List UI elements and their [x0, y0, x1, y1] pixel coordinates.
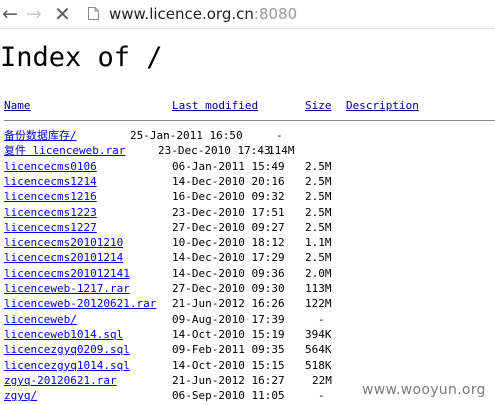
last-modified-cell: 14-Oct-2010 15:15 — [172, 358, 285, 372]
browser-toolbar: ← → ✕ www.licence.org.cn:8080 — [0, 0, 495, 29]
close-icon[interactable]: ✕ — [54, 4, 74, 24]
file-link[interactable]: licencezgyq0209.sql — [4, 343, 130, 357]
size-cell: 518K — [305, 358, 332, 372]
column-header-last-modified[interactable]: Last modified — [172, 99, 258, 113]
url-text[interactable]: www.licence.org.cn:8080 — [109, 4, 297, 24]
size-cell: 1.1M — [305, 236, 332, 250]
address-bar[interactable]: www.licence.org.cn:8080 — [82, 2, 495, 25]
page-title: Index of / — [0, 42, 163, 73]
file-link[interactable]: zgyq/ — [4, 389, 37, 403]
file-link[interactable]: licencecms1223 — [4, 206, 97, 220]
size-cell: - — [318, 312, 325, 326]
file-link[interactable]: zgyq-20120621.rar — [4, 374, 117, 388]
size-cell: - — [318, 389, 325, 403]
file-link[interactable]: licencecms201012141 — [4, 267, 130, 281]
column-header-size[interactable]: Size — [305, 99, 332, 113]
header-divider — [4, 120, 495, 121]
last-modified-cell: 09-Feb-2011 09:35 — [172, 343, 285, 357]
file-link[interactable]: 备份数据库存/ — [4, 129, 77, 143]
last-modified-cell: 10-Dec-2010 18:12 — [172, 236, 285, 250]
size-cell: 122M — [305, 297, 332, 311]
last-modified-cell: 27-Dec-2010 09:30 — [172, 282, 285, 295]
size-cell: 2.5M — [305, 190, 332, 204]
file-link[interactable]: licencecms20101210 — [4, 236, 123, 250]
file-link[interactable]: licencecms20101214 — [4, 251, 123, 265]
file-link[interactable]: licencecms0106 — [4, 160, 97, 174]
watermark: www.wooyun.org — [362, 382, 486, 398]
url-port: :8080 — [253, 5, 298, 23]
size-cell: 394K — [305, 327, 332, 341]
file-link[interactable]: licencecms1227 — [4, 221, 97, 235]
size-cell: 2.5M — [305, 159, 332, 173]
last-modified-cell: 14-Dec-2010 09:36 — [172, 266, 285, 280]
last-modified-cell: 23-Dec-2010 17:51 — [172, 205, 285, 219]
file-link[interactable]: licenceweb1014.sql — [4, 328, 123, 342]
file-link[interactable]: licencecms1216 — [4, 190, 97, 204]
last-modified-cell: 14-Dec-2010 17:29 — [172, 251, 285, 265]
file-link[interactable]: licencecms1214 — [4, 175, 97, 189]
size-cell: 2.5M — [305, 174, 332, 188]
size-cell: 2.5M — [305, 220, 332, 234]
last-modified-cell: 09-Aug-2010 17:39 — [172, 312, 285, 326]
last-modified-cell: 23-Dec-2010 17:43 — [158, 144, 271, 158]
arrow-right-icon[interactable]: → — [26, 4, 46, 24]
last-modified-cell: 16-Dec-2010 09:32 — [172, 190, 285, 204]
page-icon — [88, 7, 99, 20]
size-cell: 114M — [268, 144, 295, 158]
last-modified-cell: 25-Jan-2011 16:50 — [130, 129, 243, 142]
size-cell: 2.0M — [305, 266, 332, 280]
last-modified-cell: 27-Dec-2010 09:27 — [172, 220, 285, 234]
last-modified-cell: 14-Dec-2010 20:16 — [172, 174, 285, 188]
file-link[interactable]: licenceweb-1217.rar — [4, 282, 130, 296]
size-cell: 2.5M — [305, 205, 332, 219]
column-header-description[interactable]: Description — [346, 99, 419, 113]
size-cell: 564K — [305, 343, 332, 357]
last-modified-cell: 21-Jun-2012 16:27 — [172, 373, 285, 387]
last-modified-cell: 06-Jan-2011 15:49 — [172, 159, 285, 173]
last-modified-cell: 21-Jun-2012 16:26 — [172, 297, 285, 311]
size-cell: - — [276, 129, 283, 142]
size-cell: 22M — [312, 373, 332, 387]
last-modified-cell: 06-Sep-2010 11:05 — [172, 389, 285, 403]
url-host: www.licence.org.cn — [109, 5, 254, 23]
file-link[interactable]: licencezgyq1014.sql — [4, 359, 130, 373]
column-header-name[interactable]: Name — [4, 99, 31, 113]
file-link[interactable]: 复件 licenceweb.rar — [4, 144, 125, 158]
file-link[interactable]: licenceweb-20120621.rar — [4, 297, 156, 311]
size-cell: 113M — [305, 282, 332, 295]
last-modified-cell: 14-Oct-2010 15:19 — [172, 327, 285, 341]
file-link[interactable]: licenceweb/ — [4, 313, 77, 327]
arrow-left-icon[interactable]: ← — [2, 4, 22, 24]
size-cell: 2.5M — [305, 251, 332, 265]
